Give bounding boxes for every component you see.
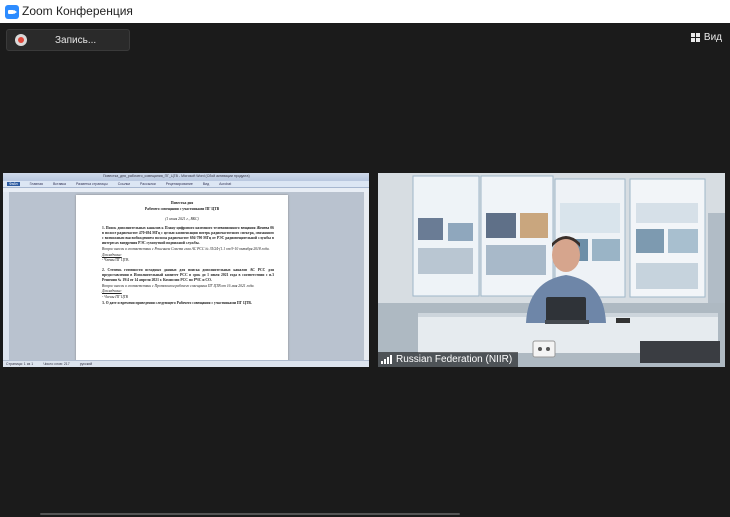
- word-window-title: Повестка_дня_рабочего_совещания_ПГ_ЦТВ -…: [103, 174, 250, 178]
- zoom-icon: [5, 5, 19, 19]
- record-icon: [15, 34, 27, 46]
- doc-heading-2: Рабочего совещания с участниками ПГ ЦТВ: [144, 206, 220, 211]
- view-label: Вид: [703, 31, 722, 43]
- word-vertical-ruler: [3, 192, 9, 360]
- status-words: Число слов: 217: [43, 362, 70, 366]
- ribbon-tab: Файл: [7, 182, 20, 186]
- ribbon-tab: Рецензирование: [165, 182, 193, 186]
- doc-item-3: 3. О дате и времени проведения следующег…: [102, 301, 252, 305]
- doc-item-2-note: Вопрос внесен в соответствии с Протоколо…: [102, 283, 255, 288]
- title-bar: Zoom Конференция: [0, 0, 730, 24]
- participant-name-tag: Russian Federation (NIIR): [378, 352, 519, 367]
- doc-item-2-speakers: - Члены ПГ ЦТВ: [102, 295, 128, 300]
- ribbon-tab: Вид: [202, 182, 210, 186]
- word-status-bar: Страница: 1 из 1 Число слов: 217 русский: [3, 360, 369, 367]
- record-button[interactable]: Запись...: [6, 29, 130, 51]
- meeting-stage: Запись... Вид Повестка_дня_рабочего_сове…: [0, 23, 730, 517]
- doc-item-2: 2. Степень готовности исходных данных дл…: [102, 268, 274, 282]
- doc-item-1-speakers-label: Докладчики:: [102, 252, 122, 257]
- signal-strength-icon: [381, 354, 392, 364]
- word-page: Повестка дня Рабочего совещания с участн…: [76, 195, 288, 365]
- ribbon-tab: Ссылки: [117, 182, 131, 186]
- doc-date: (1 июня 2021 г., ВКС): [165, 216, 199, 221]
- word-ribbon: Файл Главная Вставка Разметка страницы С…: [3, 181, 369, 188]
- ribbon-tab: Разметка страницы: [75, 182, 108, 186]
- grid-view-icon: [690, 32, 700, 42]
- ribbon-tab: Главная: [29, 182, 43, 186]
- ribbon-tab: Acrobat: [219, 182, 232, 186]
- doc-item-2-speakers-label: Докладчики:: [102, 289, 122, 294]
- participant-name: Russian Federation (NIIR): [396, 354, 513, 365]
- record-label: Запись...: [55, 34, 97, 46]
- doc-item-1: 1. Поиск дополнительных каналов к Плану …: [102, 226, 274, 245]
- doc-item-1-speakers: - Члены ПГ ЦТВ.: [102, 258, 130, 263]
- video-frame: [378, 173, 725, 367]
- view-button[interactable]: Вид: [690, 30, 722, 44]
- ribbon-tab: Вставка: [52, 182, 66, 186]
- status-language: русский: [79, 362, 93, 366]
- doc-item-1-note: Вопрос внесен в соответствии с Решением …: [102, 246, 270, 251]
- ribbon-tab: Рассылки: [140, 182, 156, 186]
- participant-video-tile[interactable]: Russian Federation (NIIR): [378, 173, 725, 367]
- window-title: Zoom Конференция: [22, 4, 133, 18]
- word-titlebar: Повестка_дня_рабочего_совещания_ПГ_ЦТВ -…: [3, 173, 369, 181]
- doc-heading-1: Повестка дня: [170, 201, 194, 205]
- status-page: Страница: 1 из 1: [6, 362, 34, 366]
- horizontal-scrollbar[interactable]: [40, 513, 460, 515]
- shared-screen-tile[interactable]: Повестка_дня_рабочего_совещания_ПГ_ЦТВ -…: [3, 173, 369, 367]
- word-scrollbar[interactable]: [364, 192, 369, 360]
- word-document-area: Повестка дня Рабочего совещания с участн…: [3, 192, 369, 365]
